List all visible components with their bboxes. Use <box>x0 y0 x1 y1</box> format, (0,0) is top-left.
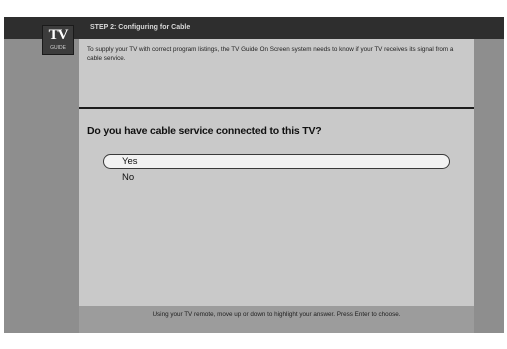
intro-text: To supply your TV with correct program l… <box>87 46 454 62</box>
logo-sub-text: GUIDE <box>50 45 66 51</box>
step-title: STEP 2: Configuring for Cable <box>90 24 191 31</box>
tv-guide-logo: TV GUIDE <box>42 25 74 55</box>
divider <box>79 107 474 109</box>
option-no[interactable]: No <box>103 170 223 185</box>
footer-text: Using your TV remote, move up or down to… <box>152 311 401 318</box>
cable-question: Do you have cable service connected to t… <box>87 125 322 137</box>
instruction-footer: Using your TV remote, move up or down to… <box>79 306 474 333</box>
tv-screen: STEP 2: Configuring for Cable TV GUIDE T… <box>4 17 504 333</box>
header-bar: STEP 2: Configuring for Cable <box>4 17 504 39</box>
setup-panel: To supply your TV with correct program l… <box>79 39 474 333</box>
logo-main-text: TV <box>48 27 69 43</box>
option-yes[interactable]: Yes <box>103 154 450 169</box>
